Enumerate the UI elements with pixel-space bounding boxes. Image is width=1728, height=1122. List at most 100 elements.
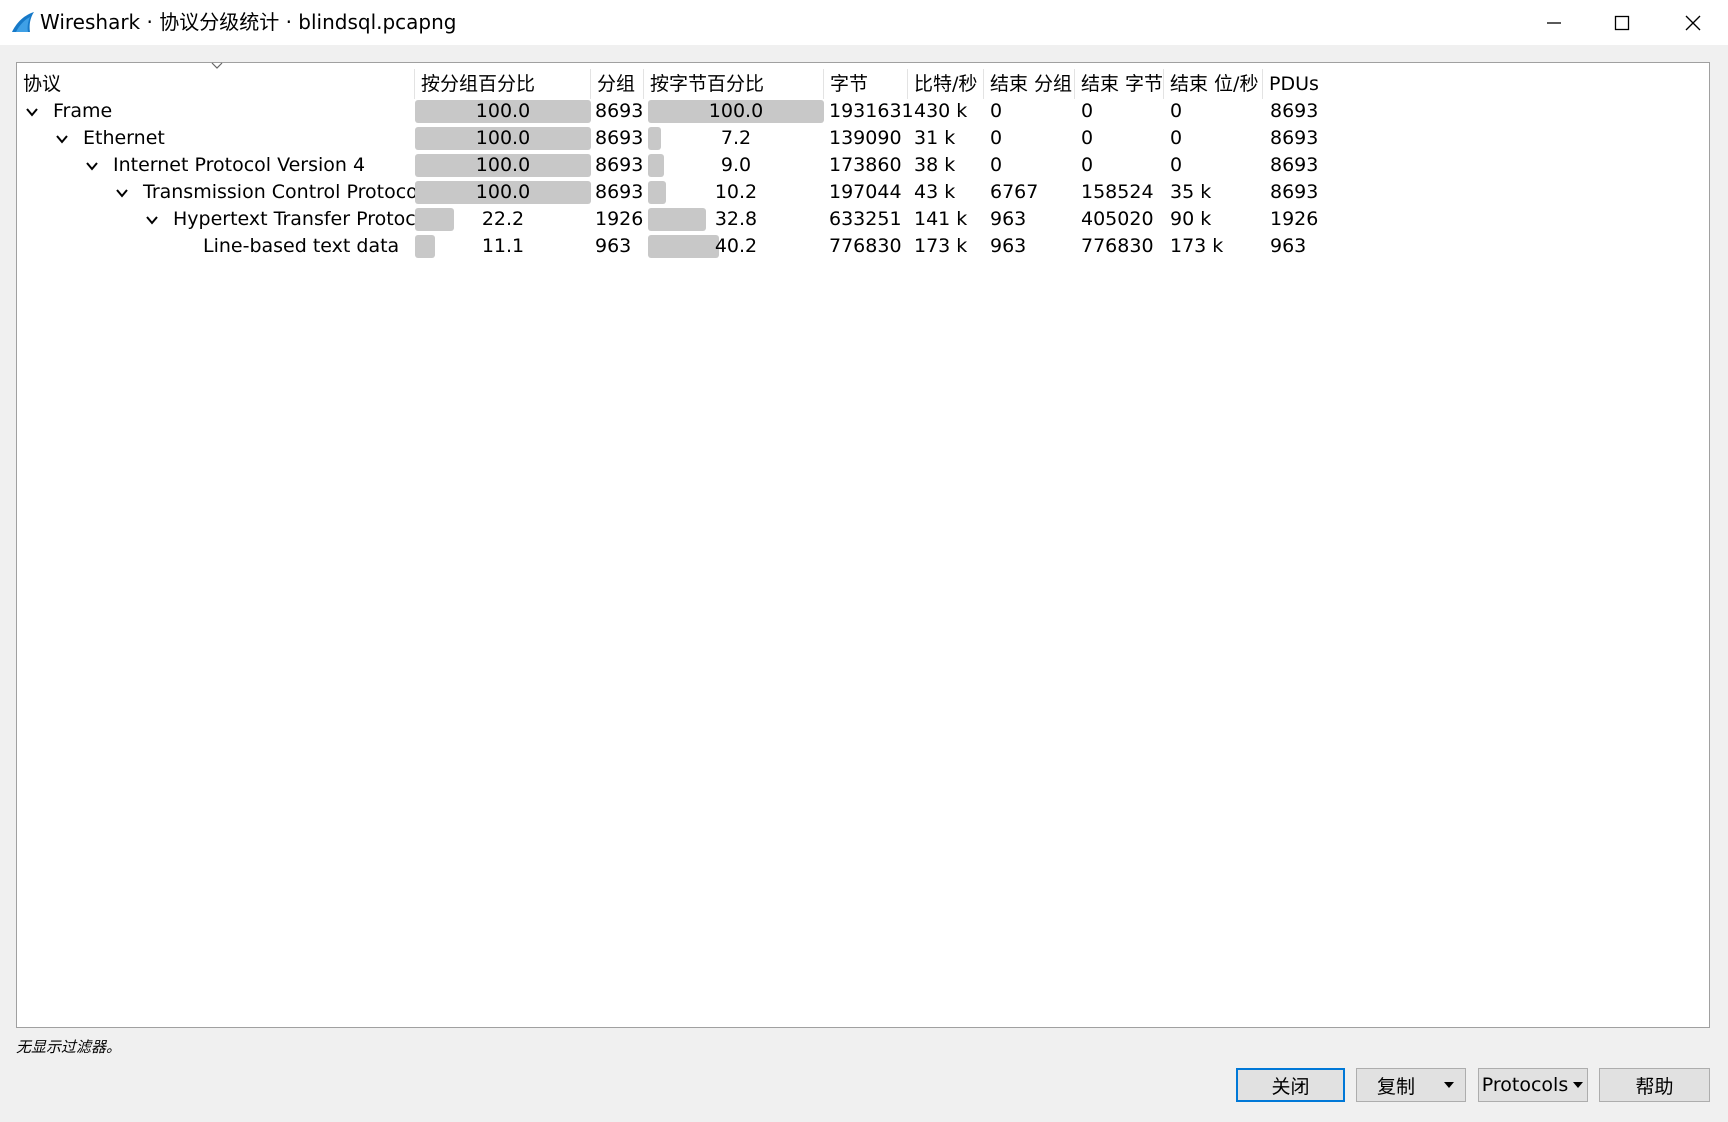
column-header-bits-per-second[interactable]: 比特/秒 xyxy=(908,69,984,99)
protocol-cell: Frame xyxy=(25,98,112,125)
packets-cell: 963 xyxy=(595,235,632,257)
end-packets-cell: 6767 xyxy=(990,181,1039,203)
protocols-button-label: Protocols xyxy=(1481,1074,1569,1096)
protocol-name: Hypertext Transfer Protocol xyxy=(173,208,433,230)
percent-bytes-bar-value: 32.8 xyxy=(714,208,758,230)
bits-per-second-cell: 43 k xyxy=(914,181,956,203)
protocol-name: Frame xyxy=(53,100,113,122)
end-bytes-cell: 158524 xyxy=(1081,181,1154,203)
wireshark-fin-icon xyxy=(12,12,34,32)
packets-cell: 8693 xyxy=(595,154,644,176)
percent-bytes-bar: 9.0 xyxy=(648,154,824,177)
filter-status-text: 无显示过滤器。 xyxy=(16,1038,122,1056)
packets-cell: 1926 xyxy=(595,208,644,230)
chevron-down-icon xyxy=(1573,1082,1584,1088)
minimize-button[interactable] xyxy=(1521,0,1587,45)
end-bytes-cell: 0 xyxy=(1081,154,1094,176)
table-row[interactable]: Hypertext Transfer Protocol 22.2 32.8 1926 6… xyxy=(17,206,1709,233)
table-row[interactable]: Transmission Control Protocol 100.0 10.2 86… xyxy=(17,179,1709,206)
column-header-bytes[interactable]: 字节 xyxy=(824,69,908,99)
table-row[interactable]: Ethernet 100.0 7.2 8693 139090 31 k 0 0 0 8693 xyxy=(17,125,1709,152)
maximize-button[interactable] xyxy=(1589,0,1655,45)
percent-packets-bar: 100.0 xyxy=(415,100,591,123)
protocol-cell: Ethernet xyxy=(55,125,165,152)
table-row[interactable]: Line-based text data 11.1 40.2 963 776830 173… xyxy=(17,233,1709,260)
column-header-end-bytes[interactable]: 结束 字节 xyxy=(1075,69,1164,99)
bytes-cell: 776830 xyxy=(829,235,902,257)
close-button-label: 关闭 xyxy=(1271,1075,1310,1098)
table-row[interactable]: Internet Protocol Version 4 100.0 9.0 8693 1… xyxy=(17,152,1709,179)
end-bytes-cell: 405020 xyxy=(1081,208,1154,230)
bits-per-second-cell: 141 k xyxy=(914,208,968,230)
end-bits-per-second-cell: 0 xyxy=(1170,100,1183,122)
end-bytes-cell: 776830 xyxy=(1081,235,1154,257)
bytes-cell: 139090 xyxy=(829,127,902,149)
percent-packets-bar-value: 100.0 xyxy=(475,154,531,176)
close-icon xyxy=(1685,15,1701,30)
bytes-cell: 1931631 xyxy=(829,100,914,122)
protocol-cell: Hypertext Transfer Protocol xyxy=(145,206,433,233)
percent-packets-bar-value: 100.0 xyxy=(475,127,531,149)
pdus-cell: 8693 xyxy=(1270,154,1319,176)
bits-per-second-cell: 31 k xyxy=(914,127,956,149)
percent-packets-bar-value: 100.0 xyxy=(475,181,531,203)
column-header-percent-packets[interactable]: 按分组百分比 xyxy=(415,69,591,99)
column-header-packets[interactable]: 分组 xyxy=(591,69,644,99)
end-bytes-cell: 0 xyxy=(1081,127,1094,149)
expand-chevron-icon[interactable] xyxy=(85,159,99,173)
column-header-end-packets[interactable]: 结束 分组 xyxy=(984,69,1075,99)
packets-cell: 8693 xyxy=(595,127,644,149)
protocol-cell: Transmission Control Protocol xyxy=(115,179,423,206)
close-window-button[interactable] xyxy=(1660,0,1726,45)
title-bar: Wireshark · 协议分级统计 · blindsql.pcapng xyxy=(0,0,1728,45)
copy-button-label: 复制 xyxy=(1376,1075,1415,1098)
column-header-percent-bytes[interactable]: 按字节百分比 xyxy=(644,69,824,99)
end-bits-per-second-cell: 0 xyxy=(1170,154,1183,176)
expand-chevron-icon[interactable] xyxy=(115,186,129,200)
help-button[interactable]: 帮助 xyxy=(1599,1068,1710,1102)
column-header-end-bits-per-second[interactable]: 结束 位/秒 xyxy=(1164,69,1263,99)
percent-packets-bar: 100.0 xyxy=(415,181,591,204)
protocol-hierarchy-table[interactable]: 协议 按分组百分比 分组 按字节百分比 字节 比特/秒 结束 分组 结束 字节 … xyxy=(16,62,1710,1028)
end-packets-cell: 963 xyxy=(990,235,1027,257)
copy-split-button[interactable]: 复制 xyxy=(1356,1068,1466,1102)
protocol-name: Ethernet xyxy=(83,127,165,149)
copy-dropdown-arrow[interactable] xyxy=(1433,1069,1465,1101)
bits-per-second-cell: 38 k xyxy=(914,154,956,176)
bits-per-second-cell: 430 k xyxy=(914,100,968,122)
protocol-name: Line-based text data xyxy=(203,235,400,257)
percent-bytes-bar: 40.2 xyxy=(648,235,824,258)
end-packets-cell: 0 xyxy=(990,127,1003,149)
end-bytes-cell: 0 xyxy=(1081,100,1094,122)
percent-packets-bar: 100.0 xyxy=(415,154,591,177)
protocol-name: Internet Protocol Version 4 xyxy=(113,154,366,176)
pdus-cell: 8693 xyxy=(1270,181,1319,203)
minimize-icon xyxy=(1547,21,1561,24)
protocol-cell: Line-based text data xyxy=(175,233,399,260)
bytes-cell: 633251 xyxy=(829,208,902,230)
packets-cell: 8693 xyxy=(595,100,644,122)
expand-chevron-icon[interactable] xyxy=(55,132,69,146)
percent-packets-bar-value: 100.0 xyxy=(475,100,531,122)
bits-per-second-cell: 173 k xyxy=(914,235,968,257)
maximize-icon xyxy=(1614,15,1630,30)
percent-packets-bar: 100.0 xyxy=(415,127,591,150)
expand-chevron-icon[interactable] xyxy=(25,105,39,119)
percent-bytes-bar-value: 40.2 xyxy=(714,235,758,257)
column-header-protocol[interactable]: 协议 xyxy=(17,69,415,99)
bytes-cell: 173860 xyxy=(829,154,902,176)
pdus-cell: 1926 xyxy=(1270,208,1319,230)
pdus-cell: 8693 xyxy=(1270,100,1319,122)
percent-bytes-bar-value: 100.0 xyxy=(708,100,764,122)
bytes-cell: 197044 xyxy=(829,181,902,203)
close-button[interactable]: 关闭 xyxy=(1236,1068,1345,1102)
end-bits-per-second-cell: 0 xyxy=(1170,127,1183,149)
expand-chevron-icon[interactable] xyxy=(145,213,159,227)
table-row[interactable]: Frame 100.0 100.0 8693 1931631 430 k 0 0 0 8693 xyxy=(17,98,1709,125)
end-bits-per-second-cell: 90 k xyxy=(1170,208,1212,230)
help-button-label: 帮助 xyxy=(1635,1075,1674,1098)
packets-cell: 8693 xyxy=(595,181,644,203)
column-header-pdus[interactable]: PDUs xyxy=(1263,69,1709,99)
protocols-menu-button[interactable]: Protocols xyxy=(1478,1068,1588,1102)
protocol-name: Transmission Control Protocol xyxy=(143,181,424,203)
